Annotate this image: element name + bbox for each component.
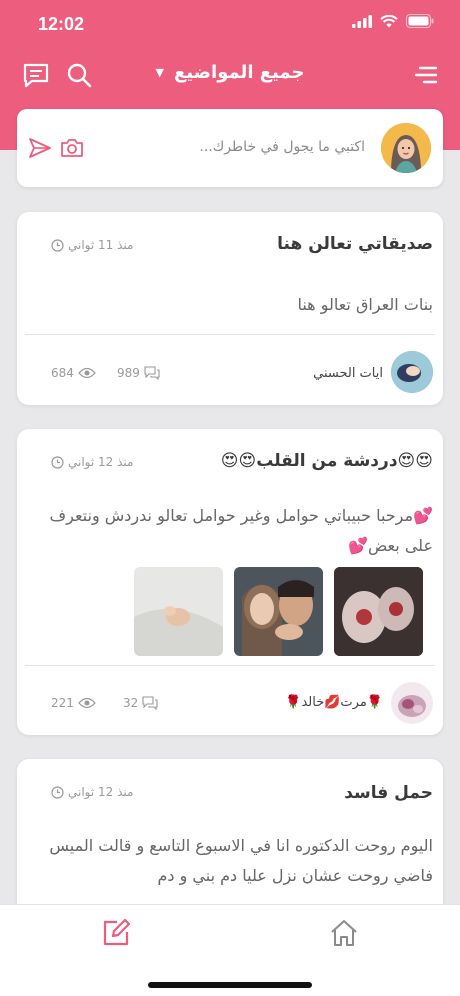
- hands-photo-icon: [134, 567, 223, 656]
- send-icon: [29, 138, 51, 158]
- clock-icon: [51, 785, 64, 799]
- post-time: منذ 12 ثواني: [51, 785, 133, 799]
- tab-new-post[interactable]: [96, 915, 136, 951]
- comments-count: 32: [123, 696, 158, 710]
- post-photo[interactable]: [334, 567, 423, 656]
- views-count: 684: [51, 366, 96, 380]
- hijab-avatar-icon: [381, 123, 431, 173]
- status-time: 12:02: [38, 14, 85, 34]
- wifi-icon: [380, 14, 398, 27]
- post-title: حمل فاسد: [344, 783, 433, 803]
- home-indicator: [148, 982, 312, 988]
- author-photo-icon: [391, 351, 433, 393]
- menu-button[interactable]: [410, 62, 440, 88]
- views-count: 221: [51, 696, 96, 710]
- post-card[interactable]: 😍😍دردشة من القلب😍😍 منذ 12 ثواني 💕مرحبا ح…: [17, 429, 443, 735]
- page-title: جميع المواضيع: [174, 62, 305, 83]
- tab-home[interactable]: [324, 915, 364, 951]
- comments-icon: [142, 696, 158, 710]
- author-avatar[interactable]: [391, 351, 433, 393]
- edit-icon: [103, 918, 131, 946]
- eye-icon: [78, 697, 96, 709]
- author-avatar[interactable]: [391, 682, 433, 724]
- clock-icon: [51, 238, 64, 252]
- status-bar: 12:02: [0, 0, 460, 50]
- home-icon: [331, 920, 357, 946]
- post-title: صديقاتي تعالن هنا: [277, 234, 433, 254]
- post-time: منذ 12 ثواني: [51, 455, 133, 469]
- divider: [25, 665, 435, 666]
- post-photo[interactable]: [234, 567, 323, 656]
- baby-feet-photo-icon: [334, 567, 423, 656]
- post-composer[interactable]: اكتبي ما يجول في خاطرك...: [17, 109, 443, 187]
- comments-count: 989: [117, 366, 160, 380]
- post-body: 💕مرحبا حبيباتي حوامل وغير حوامل تعالو ند…: [49, 506, 433, 555]
- user-avatar: [381, 123, 431, 173]
- author-name[interactable]: ايات الحسني: [313, 366, 383, 381]
- couple-photo-icon: [234, 567, 323, 656]
- top-bar: ▼ جميع المواضيع: [0, 56, 460, 96]
- battery-icon: [406, 14, 434, 28]
- post-photo[interactable]: [134, 567, 223, 656]
- divider: [25, 334, 435, 335]
- post-body: اليوم روحت الدكتوره انا في الاسبوع التاس…: [49, 836, 433, 885]
- clock-icon: [51, 455, 64, 469]
- signal-icon: [352, 14, 372, 28]
- post-body: بنات العراق تعالو هنا: [297, 295, 433, 314]
- camera-button[interactable]: [59, 137, 85, 159]
- post-card[interactable]: صديقاتي تعالن هنا منذ 11 ثواني بنات العر…: [17, 212, 443, 405]
- author-photo-icon: [391, 682, 433, 724]
- comments-icon: [144, 366, 160, 380]
- topic-filter-dropdown[interactable]: ▼ جميع المواضيع: [0, 62, 460, 83]
- author-name[interactable]: 🌹مرت💋خالد🌹: [285, 695, 383, 710]
- send-button[interactable]: [27, 137, 53, 159]
- composer-placeholder: اكتبي ما يجول في خاطرك...: [199, 139, 365, 155]
- camera-icon: [61, 139, 83, 157]
- status-icons: [352, 14, 434, 28]
- eye-icon: [78, 367, 96, 379]
- chevron-down-icon: ▼: [155, 66, 164, 79]
- menu-icon: [414, 66, 438, 84]
- bottom-tab-bar: [0, 904, 460, 996]
- post-time: منذ 11 ثواني: [51, 238, 133, 252]
- post-title: 😍😍دردشة من القلب😍😍: [220, 451, 433, 471]
